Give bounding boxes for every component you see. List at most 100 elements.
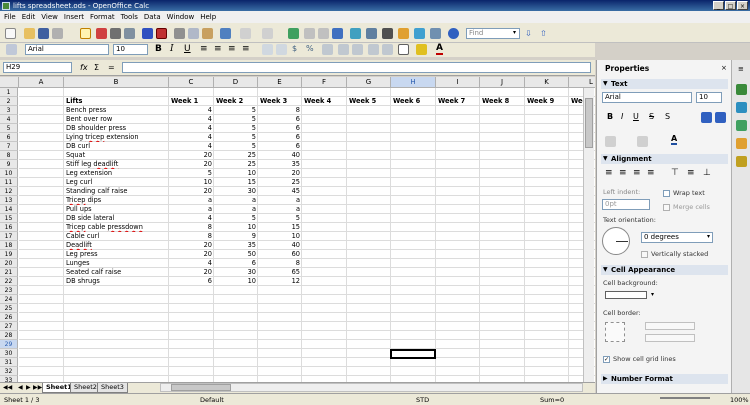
properties-deck-icon[interactable] <box>736 84 747 95</box>
week-value-cell[interactable]: 45 <box>258 187 302 196</box>
row-header-25[interactable]: 25 <box>0 304 18 313</box>
menu-edit[interactable]: Edit <box>22 13 36 21</box>
section-alignment[interactable]: Alignment <box>601 154 728 164</box>
text-orientation-dial[interactable] <box>602 227 630 255</box>
row-header-11[interactable]: 11 <box>0 178 18 187</box>
undo-icon[interactable] <box>240 28 251 39</box>
header-cell[interactable]: Week 7 <box>436 97 480 106</box>
row-header-1[interactable]: 1 <box>0 88 18 97</box>
row-header-18[interactable]: 18 <box>0 241 18 250</box>
row-header-10[interactable]: 10 <box>0 169 18 178</box>
row-header-2[interactable]: 2 <box>0 97 18 106</box>
selection-mode[interactable]: STD <box>416 396 429 404</box>
lift-name-cell[interactable]: Deadlift <box>64 241 169 250</box>
font-color-icon[interactable]: A <box>436 43 443 55</box>
navigator-deck-icon[interactable] <box>736 138 747 149</box>
row-header-20[interactable]: 20 <box>0 259 18 268</box>
week-value-cell[interactable]: a <box>258 205 302 214</box>
sidebar-align-center-icon[interactable]: ≡ <box>619 168 627 178</box>
spellcheck-icon[interactable] <box>142 28 153 39</box>
lift-name-cell[interactable]: DB shrugs <box>64 277 169 286</box>
column-header-d[interactable]: D <box>214 77 258 88</box>
week-value-cell[interactable]: 6 <box>258 133 302 142</box>
cut-icon[interactable] <box>174 28 185 39</box>
week-value-cell[interactable]: 4 <box>169 115 214 124</box>
week-value-cell[interactable]: 20 <box>169 268 214 277</box>
edit-file-icon[interactable] <box>80 28 91 39</box>
wrap-text-checkbox[interactable] <box>663 190 670 197</box>
header-cell[interactable]: Week 8 <box>480 97 525 106</box>
sidebar-italic-icon[interactable]: I <box>621 112 623 121</box>
save-icon[interactable] <box>38 28 49 39</box>
row-header-31[interactable]: 31 <box>0 358 18 367</box>
week-value-cell[interactable]: 5 <box>214 115 258 124</box>
lift-name-cell[interactable]: Seated calf raise <box>64 268 169 277</box>
row-header-12[interactable]: 12 <box>0 187 18 196</box>
align-right-icon[interactable]: ≡ <box>228 44 236 54</box>
row-header-24[interactable]: 24 <box>0 295 18 304</box>
close-button[interactable]: × <box>737 1 748 10</box>
menu-window[interactable]: Window <box>167 13 195 21</box>
week-value-cell[interactable]: 10 <box>214 169 258 178</box>
export-pdf-icon[interactable] <box>96 28 107 39</box>
week-value-cell[interactable]: 15 <box>258 223 302 232</box>
horizontal-scrollbar[interactable] <box>160 383 583 392</box>
row-header-14[interactable]: 14 <box>0 205 18 214</box>
menu-tools[interactable]: Tools <box>121 13 138 21</box>
page-style[interactable]: Default <box>200 396 224 404</box>
row-header-19[interactable]: 19 <box>0 250 18 259</box>
functions-deck-icon[interactable] <box>736 156 747 167</box>
sidebar-align-right-icon[interactable]: ≡ <box>633 168 641 178</box>
week-value-cell[interactable]: 4 <box>169 124 214 133</box>
week-value-cell[interactable]: 35 <box>214 241 258 250</box>
menu-data[interactable]: Data <box>144 13 161 21</box>
minimize-button[interactable]: _ <box>713 1 724 10</box>
collapse-cell-appearance-icon[interactable]: ▼ <box>603 266 608 273</box>
align-center-icon[interactable]: ≡ <box>214 44 222 54</box>
add-decimal-icon[interactable] <box>338 44 349 55</box>
cell-background-dropdown-icon[interactable]: ▾ <box>651 291 654 298</box>
formula-input[interactable] <box>122 62 591 73</box>
week-value-cell[interactable]: a <box>169 196 214 205</box>
week-value-cell[interactable]: 8 <box>169 232 214 241</box>
week-value-cell[interactable]: 4 <box>169 214 214 223</box>
maximize-button[interactable]: □ <box>725 1 736 10</box>
collapse-text-icon[interactable]: ▼ <box>603 80 608 87</box>
merge-cells-icon[interactable] <box>262 44 273 55</box>
spreadsheet-grid[interactable]: ABCDEFGHIJKL 1 2 3 4 5 6 7 8 9 10 11 12 13 14 15 16 17 18… <box>0 77 595 382</box>
open-folder-icon[interactable] <box>24 28 35 39</box>
increase-indent-icon[interactable] <box>382 44 393 55</box>
week-value-cell[interactable]: 15 <box>214 178 258 187</box>
zoom-slider[interactable] <box>660 397 710 399</box>
currency-icon[interactable]: $ <box>292 44 297 53</box>
gallery-icon[interactable] <box>414 28 425 39</box>
week-value-cell[interactable]: 5 <box>169 169 214 178</box>
merge-cells-checkbox[interactable] <box>663 204 670 211</box>
row-header-13[interactable]: 13 <box>0 196 18 205</box>
week-value-cell[interactable]: 65 <box>258 268 302 277</box>
font-name-box[interactable]: Arial <box>25 44 109 55</box>
column-header-b[interactable]: B <box>64 77 169 88</box>
week-value-cell[interactable]: 10 <box>214 223 258 232</box>
row-header-4[interactable]: 4 <box>0 115 18 124</box>
column-header-k[interactable]: K <box>525 77 569 88</box>
degrees-select[interactable]: 0 degrees <box>641 232 713 243</box>
week-value-cell[interactable]: 60 <box>258 250 302 259</box>
vertical-scrollbar[interactable] <box>583 88 594 382</box>
print-icon[interactable] <box>110 28 121 39</box>
next-sheet-icon[interactable]: ▶ <box>26 384 31 391</box>
justify-icon[interactable]: ≡ <box>242 44 250 54</box>
week-value-cell[interactable]: 20 <box>169 250 214 259</box>
row-header-16[interactable]: 16 <box>0 223 18 232</box>
week-value-cell[interactable]: 8 <box>258 259 302 268</box>
week-value-cell[interactable]: 5 <box>214 214 258 223</box>
sidebar-align-left-icon[interactable]: ≡ <box>605 168 613 178</box>
row-header-29[interactable]: 29 <box>0 340 18 349</box>
lift-name-cell[interactable]: Lunges <box>64 259 169 268</box>
column-header-e[interactable]: E <box>258 77 302 88</box>
sidebar-highlight-icon[interactable] <box>605 136 616 147</box>
row-header-9[interactable]: 9 <box>0 160 18 169</box>
column-header-a[interactable]: A <box>19 77 64 88</box>
border-color-select[interactable] <box>645 334 695 342</box>
week-value-cell[interactable]: 4 <box>169 142 214 151</box>
